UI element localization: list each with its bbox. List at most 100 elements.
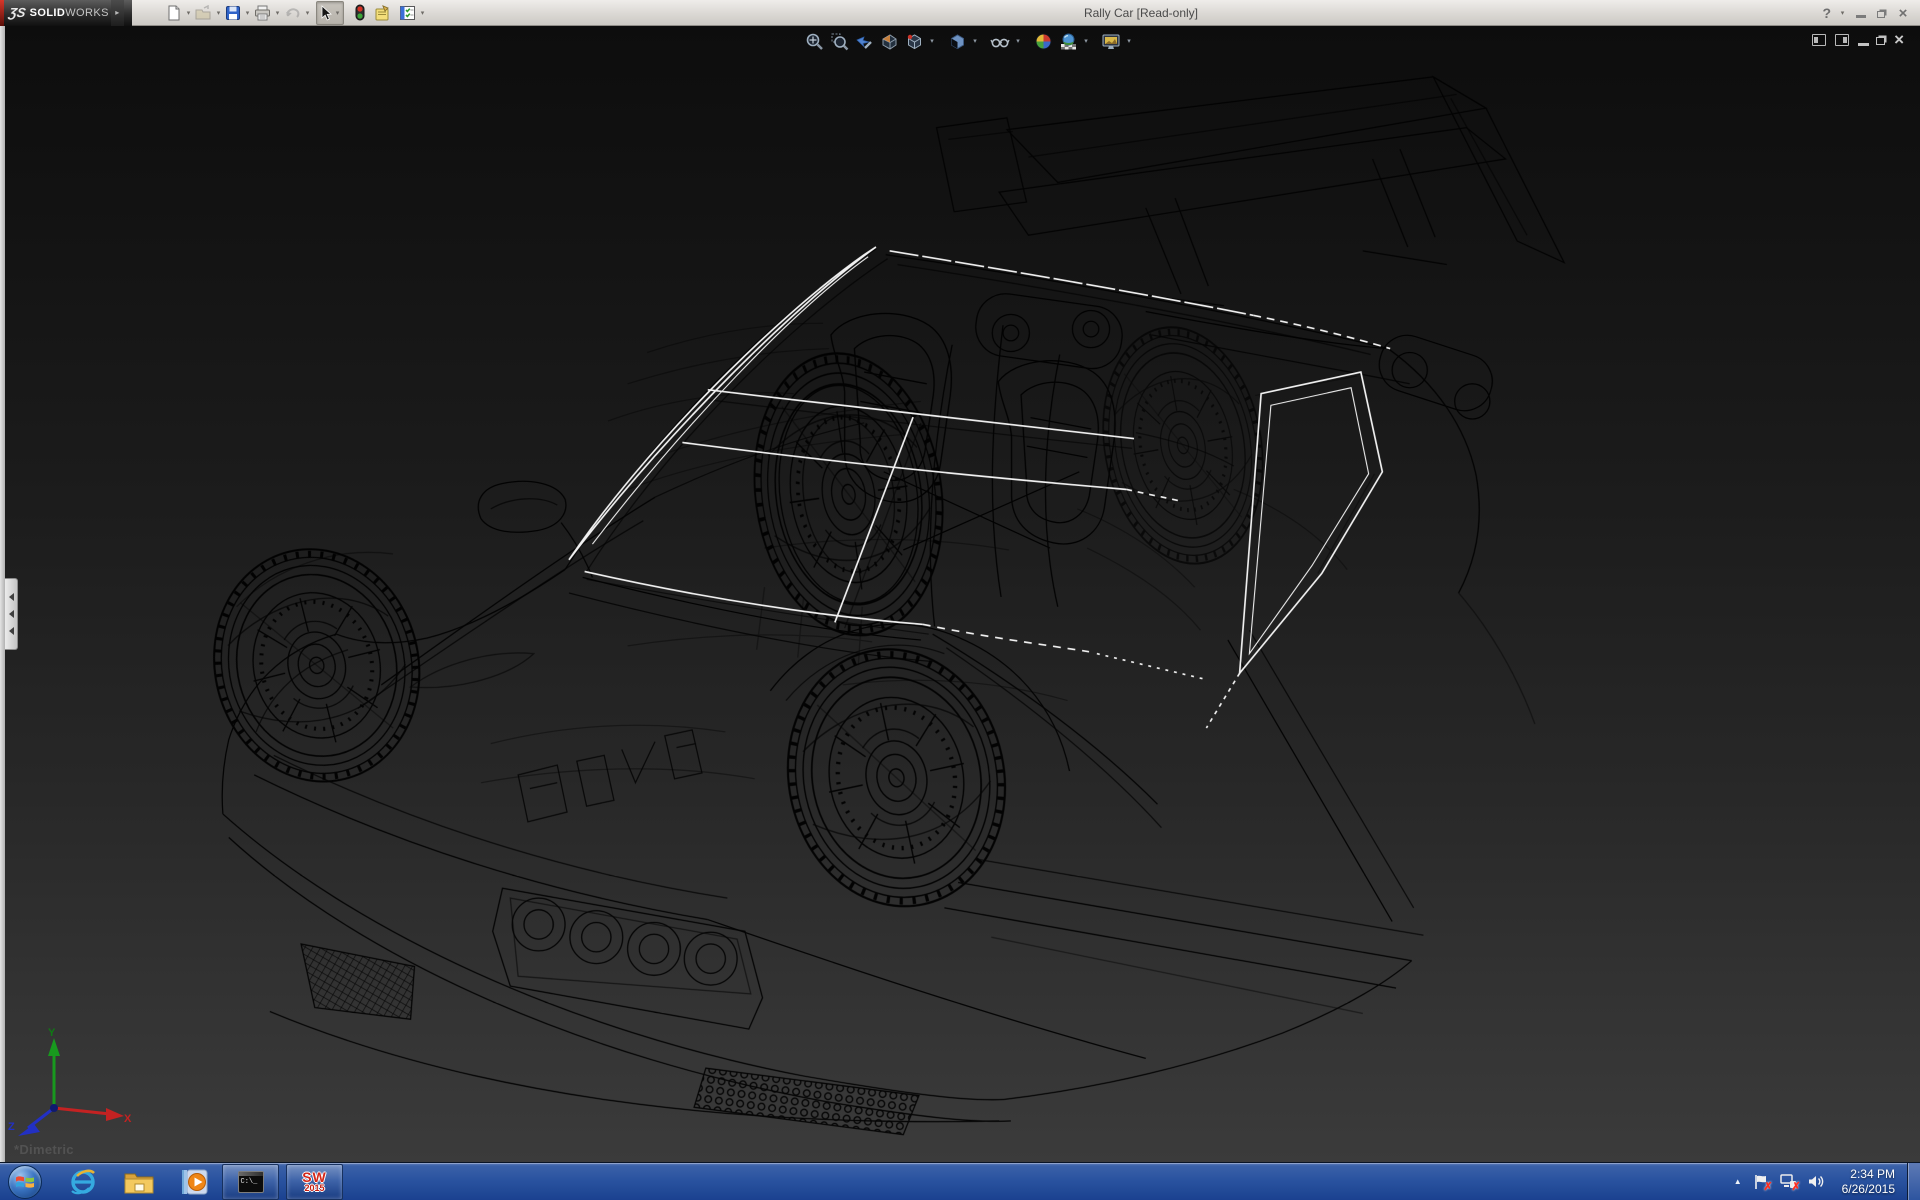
display-style-icon [948, 32, 967, 51]
print-dropdown[interactable]: ▾ [273, 9, 282, 17]
ds-logo-icon: ƷS [8, 5, 27, 20]
select-cursor-icon [318, 5, 333, 21]
pane-left-icon [1814, 37, 1818, 43]
network-status-button[interactable]: ✗ [1780, 1173, 1798, 1191]
open-document-button[interactable] [193, 2, 214, 24]
save-floppy-icon [225, 5, 241, 21]
taskbar-clock[interactable]: 2:34 PM 6/26/2015 [1836, 1167, 1905, 1197]
undo-button[interactable] [282, 2, 303, 24]
undo-icon [284, 5, 301, 21]
zoom-to-fit-button[interactable] [803, 30, 825, 52]
rebuild-button[interactable] [352, 2, 368, 24]
volume-button[interactable] [1808, 1173, 1826, 1191]
titlebar: ƷS SOLID WORKS ▸ ▾ ▾ ▾ [0, 0, 1920, 26]
apply-scene-button[interactable] [1057, 30, 1079, 52]
options-dropdown[interactable]: ▾ [418, 9, 427, 17]
command-prompt-button[interactable]: C:\_ [222, 1164, 279, 1200]
highlighted-edges[interactable] [569, 247, 1390, 728]
comment-button[interactable] [372, 2, 393, 24]
rally-car-model[interactable] [0, 26, 1920, 1162]
car-wireframe[interactable] [190, 77, 1564, 1135]
action-center-error-icon: ✗ [1763, 1180, 1772, 1193]
left-arrow-icon [9, 610, 14, 618]
edit-appearance-button[interactable] [1032, 30, 1054, 52]
triad-x-label: X [124, 1113, 132, 1125]
options-button[interactable] [397, 2, 418, 24]
app-minimize-button[interactable] [1854, 5, 1868, 21]
network-error-icon: ✗ [1791, 1180, 1800, 1193]
doc-minimize-button[interactable] [1858, 35, 1869, 46]
reference-triad: Y X Z [6, 1026, 136, 1136]
section-view-icon [880, 32, 899, 51]
show-desktop-button[interactable] [1907, 1163, 1920, 1200]
grille-mesh [694, 1068, 919, 1134]
action-center-button[interactable]: ✗ [1752, 1173, 1770, 1191]
view-orientation-dropdown[interactable]: ▾ [928, 37, 936, 45]
view-settings-dropdown[interactable]: ▾ [1125, 37, 1133, 45]
undo-dropdown[interactable]: ▾ [303, 9, 312, 17]
menu-expand-button[interactable]: ▸ [111, 0, 124, 26]
document-window-controls: × [1812, 33, 1904, 47]
section-view-button[interactable] [878, 30, 900, 52]
clock-time: 2:34 PM [1842, 1167, 1895, 1182]
doc-close-button[interactable]: × [1894, 33, 1904, 47]
display-style-button[interactable] [946, 30, 968, 52]
apply-scene-icon [1059, 32, 1078, 51]
expand-pane-button[interactable] [1835, 34, 1849, 46]
rear-wing[interactable] [937, 77, 1565, 306]
media-player-icon [180, 1167, 210, 1197]
graphics-area[interactable]: ▾ ▾ ▾ [0, 26, 1920, 1162]
pane-expand-handle[interactable] [5, 578, 18, 650]
left-arrow-icon [9, 593, 14, 601]
new-dropdown[interactable]: ▾ [184, 9, 193, 17]
triad-y-label: Y [48, 1027, 56, 1039]
collapse-pane-button[interactable] [1812, 34, 1826, 46]
show-hidden-icons-button[interactable]: ▲ [1734, 1177, 1742, 1186]
windows-explorer-button[interactable] [120, 1163, 158, 1200]
save-dropdown[interactable]: ▾ [243, 9, 252, 17]
rear-left-wheel[interactable] [764, 629, 1028, 927]
open-folder-icon [195, 5, 212, 21]
solidworks-app: { "ui": { "caret": "▾", "expand_caret": … [0, 0, 1920, 1200]
front-left-wheel[interactable] [190, 527, 444, 803]
media-player-button[interactable] [176, 1163, 214, 1200]
traffic-light-icon [354, 4, 366, 21]
internet-explorer-button[interactable] [64, 1163, 102, 1200]
previous-view-icon [855, 32, 874, 51]
view-settings-icon [1101, 32, 1121, 51]
zoom-to-area-button[interactable] [828, 30, 850, 52]
roof-vents [972, 290, 1499, 419]
doc-restore-button[interactable] [1878, 35, 1885, 45]
folder-icon [123, 1168, 155, 1196]
solidworks-taskbar-button[interactable]: SW 2015 [286, 1164, 343, 1200]
app-restore-button[interactable] [1875, 5, 1889, 21]
save-button[interactable] [223, 2, 243, 24]
hide-show-dropdown[interactable]: ▾ [1014, 37, 1022, 45]
brand-solid: SOLID [30, 7, 66, 19]
previous-view-button[interactable] [853, 30, 875, 52]
view-settings-button[interactable] [1100, 30, 1122, 52]
windows-flag-icon [15, 1172, 35, 1192]
apply-scene-dropdown[interactable]: ▾ [1082, 37, 1090, 45]
display-style-dropdown[interactable]: ▾ [971, 37, 979, 45]
view-orientation-button[interactable] [903, 30, 925, 52]
command-prompt-icon: C:\_ [238, 1171, 264, 1193]
select-dropdown[interactable]: ▾ [333, 9, 342, 17]
new-document-button[interactable] [164, 2, 184, 24]
help-button[interactable]: ? [1822, 5, 1831, 21]
help-dropdown[interactable]: ▾ [1838, 9, 1847, 17]
speaker-icon [1808, 1174, 1825, 1189]
beltline-highlight[interactable] [708, 390, 1134, 439]
select-button[interactable] [318, 2, 333, 24]
view-orientation-label: *Dimetric [14, 1142, 74, 1157]
hide-show-items-button[interactable] [989, 30, 1011, 52]
open-dropdown[interactable]: ▾ [214, 9, 223, 17]
print-button[interactable] [252, 2, 273, 24]
left-arrow-icon [9, 627, 14, 635]
app-close-button[interactable]: × [1896, 5, 1910, 21]
start-button[interactable] [8, 1165, 42, 1199]
appearance-ball-icon [1034, 32, 1053, 51]
new-document-icon [166, 5, 182, 21]
heads-up-view-toolbar: ▾ ▾ ▾ [803, 30, 1133, 52]
zoom-to-fit-icon [805, 32, 824, 51]
